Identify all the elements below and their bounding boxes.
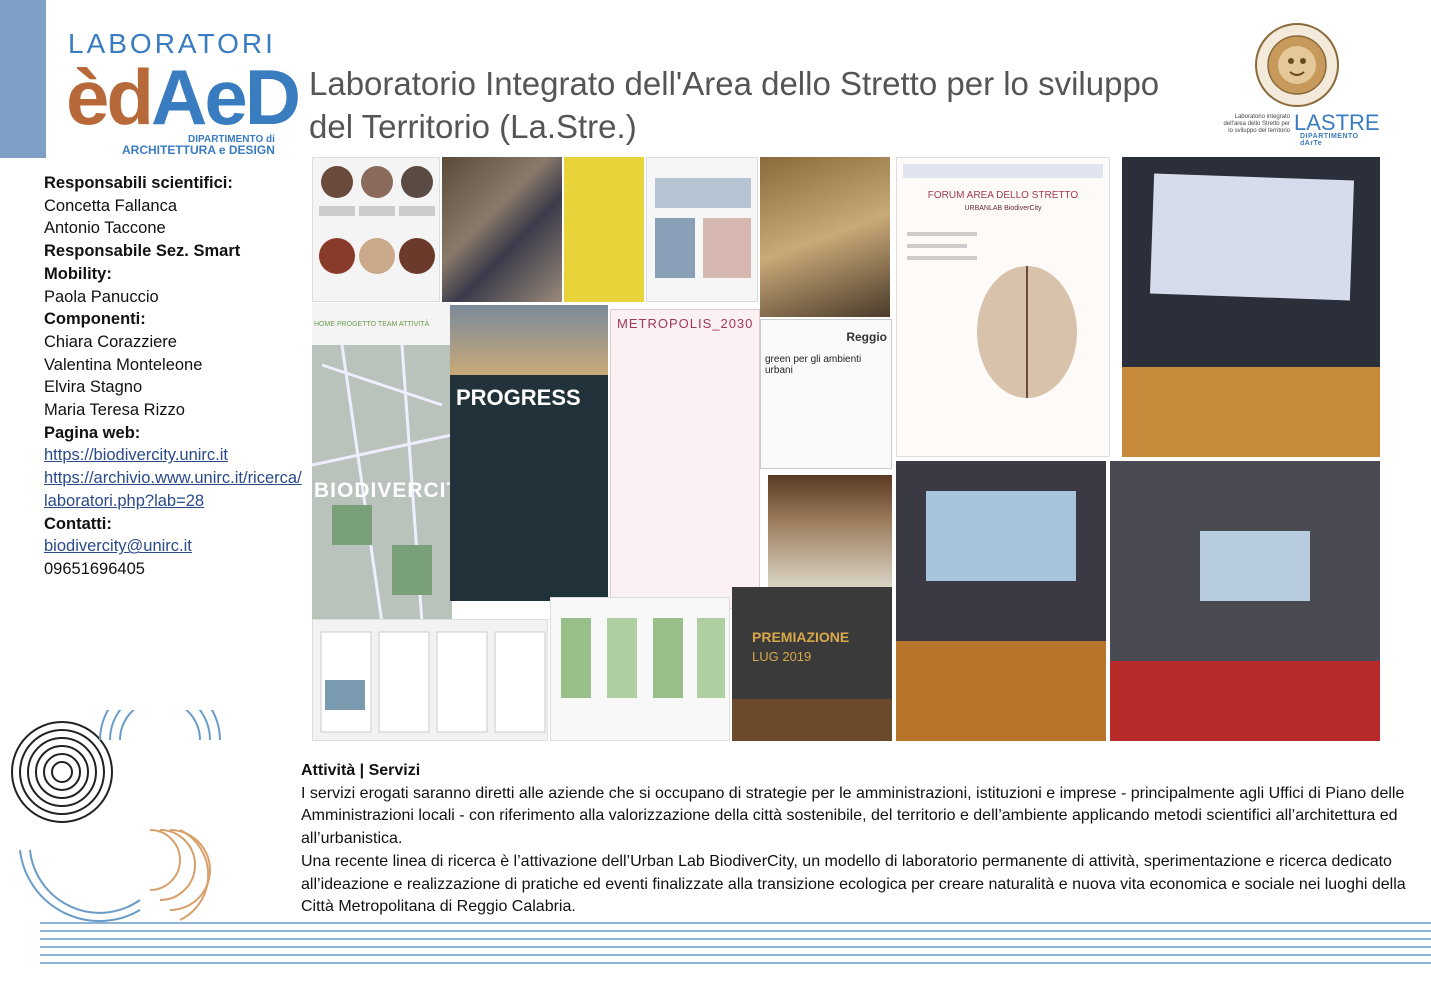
componente-name: Maria Teresa Rizzo bbox=[44, 401, 185, 420]
newspaper-masthead: Reggio bbox=[846, 330, 887, 344]
conference-photo-1 bbox=[1122, 157, 1380, 457]
conference-photo-3 bbox=[1110, 461, 1380, 741]
forum-subtitle: URBANLAB BiodiverCity bbox=[964, 205, 1042, 212]
forum-title: FORUM AREA DELLO STRETTO bbox=[927, 190, 1079, 201]
university-lastre-logo: Laboratorio integrato dell'area dello St… bbox=[1222, 22, 1380, 147]
activity-paragraph-1: I servizi erogati saranno diretti alle a… bbox=[301, 784, 1405, 848]
contest-premiazione: PREMIAZIONE bbox=[752, 629, 850, 645]
contacts-label: Contatti: bbox=[44, 514, 112, 533]
university-seal-icon bbox=[1255, 23, 1339, 107]
newspaper-clipping: Reggio green per gli ambienti urbani bbox=[760, 319, 892, 469]
resp-sci-name: Antonio Taccone bbox=[44, 219, 166, 238]
urban-plans-sheet bbox=[646, 157, 758, 302]
page-title: Laboratorio Integrato dell'Area dello St… bbox=[309, 65, 1160, 145]
lastre-subtitle: Laboratorio integrato dell'area dello St… bbox=[1223, 114, 1290, 134]
progress-poster: PROGRESS bbox=[450, 305, 608, 601]
logo-brand: èdAeD bbox=[66, 53, 301, 141]
metropolis-program: METROPOLIS_2030 bbox=[610, 309, 760, 609]
team-website-screenshot bbox=[312, 157, 440, 302]
city-photos-grid bbox=[442, 157, 562, 302]
corner-accent-bar bbox=[0, 0, 46, 158]
email-link[interactable]: biodivercity@unirc.it bbox=[44, 535, 304, 558]
contest-date: LUG 2019 bbox=[752, 649, 812, 664]
footer-decorative-lines bbox=[40, 922, 1431, 964]
phone-number: 09651696405 bbox=[44, 559, 145, 578]
laboratori-daed-logo: LABORATORI èdAeD DIPARTIMENTO di ARCHITE… bbox=[60, 12, 301, 162]
lab-info: Responsabili scientifici: Concetta Falla… bbox=[44, 172, 304, 581]
componente-name: Elvira Stagno bbox=[44, 378, 143, 397]
green-corridors-sheets bbox=[550, 597, 730, 741]
forum-poster: FORUM AREA DELLO STRETTO URBANLAB Biodiv… bbox=[896, 157, 1110, 457]
resp-mobility-name: Paola Panuccio bbox=[44, 287, 159, 306]
photo-contest-event: PREMIAZIONE LUG 2019 bbox=[732, 587, 892, 741]
web-link-archivio[interactable]: https://archivio.www.unirc.it/ricerca/la… bbox=[44, 467, 304, 512]
meeting-room-photo bbox=[768, 475, 892, 587]
resp-sci-name: Concetta Fallanca bbox=[44, 196, 177, 215]
website-nav: HOME PROGETTO TEAM ATTIVITÀ bbox=[312, 303, 452, 345]
componente-name: Chiara Corazziere bbox=[44, 332, 177, 351]
lastre-dept: DIPARTIMENTO dArTe bbox=[1300, 133, 1359, 147]
conference-photo-2 bbox=[896, 461, 1106, 741]
logo-department: DIPARTIMENTO di ARCHITETTURA e DESIGN bbox=[122, 134, 275, 157]
activity-heading: Attività | Servizi bbox=[301, 762, 421, 779]
metropolis-title: METROPOLIS_2030 bbox=[617, 316, 754, 331]
web-link-biodivercity[interactable]: https://biodivercity.unirc.it bbox=[44, 444, 304, 467]
web-label: Pagina web: bbox=[44, 423, 141, 442]
newspaper-headline: green per gli ambienti urbani bbox=[765, 354, 862, 376]
reports-pages bbox=[312, 619, 548, 741]
componente-name: Valentina Monteleone bbox=[44, 355, 203, 374]
biodivercity-text: BIODIVERCIT bbox=[314, 479, 452, 502]
team-portraits-image bbox=[319, 166, 435, 274]
resp-sci-label: Responsabili scientifici: bbox=[44, 174, 233, 192]
books-photo bbox=[760, 157, 890, 317]
activity-section: Attività | Servizi I servizi erogati sar… bbox=[301, 760, 1411, 919]
resp-mobility-label: Responsabile Sez. Smart Mobility: bbox=[44, 242, 241, 283]
leaf-illustration bbox=[907, 232, 1077, 398]
yellow-poster bbox=[564, 157, 644, 302]
progress-title: PROGRESS bbox=[456, 385, 581, 410]
photo-collage: HOME PROGETTO TEAM ATTIVITÀ BIODIVERCIT … bbox=[312, 157, 1382, 742]
componenti-label: Componenti: bbox=[44, 310, 146, 329]
website-screenshot: HOME PROGETTO TEAM ATTIVITÀ BIODIVERCIT bbox=[312, 303, 452, 623]
